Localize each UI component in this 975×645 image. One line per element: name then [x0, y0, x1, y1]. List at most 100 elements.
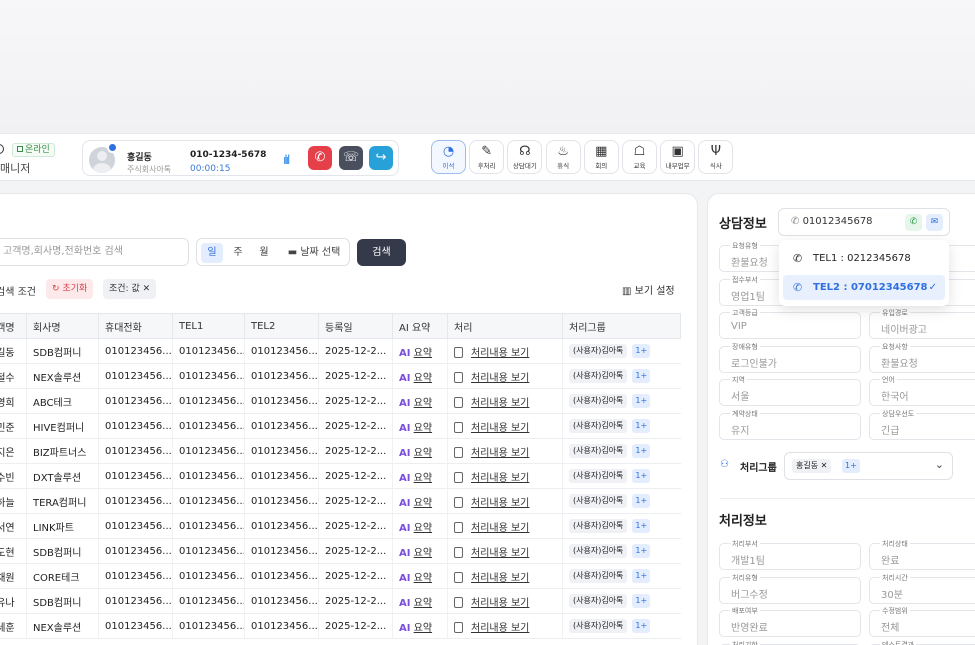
- ai-summary-link[interactable]: 요약: [414, 473, 432, 484]
- view-process-link[interactable]: 처리내용 보기: [471, 373, 529, 384]
- group-more-badge[interactable]: 1+: [632, 469, 651, 483]
- view-process-link[interactable]: 처리내용 보기: [471, 573, 529, 584]
- process-cell[interactable]: 처리내용 보기: [447, 363, 563, 389]
- view-process-link[interactable]: 처리내용 보기: [471, 423, 529, 434]
- column-header[interactable]: AI 요약: [392, 313, 448, 339]
- ai-summary-cell[interactable]: AI 요약: [392, 463, 448, 489]
- process-cell[interactable]: 처리내용 보기: [447, 588, 563, 614]
- process-cell[interactable]: 처리내용 보기: [447, 463, 563, 489]
- table-row[interactable]: 김철수NEX솔루션010123456...010123456...0101234…: [0, 363, 681, 389]
- view-process-link[interactable]: 처리내용 보기: [471, 598, 529, 609]
- view-process-link[interactable]: 처리내용 보기: [471, 498, 529, 509]
- column-header[interactable]: 고객명: [0, 313, 27, 339]
- ai-summary-link[interactable]: 요약: [414, 398, 432, 409]
- ai-summary-cell[interactable]: AI 요약: [392, 613, 448, 639]
- consult-field[interactable]: 고객등급 VIP: [719, 309, 861, 339]
- consult-field[interactable]: 상담우선도 긴급: [869, 409, 975, 440]
- view-settings-button[interactable]: ▥ 보기 설정: [622, 282, 675, 297]
- table-row[interactable]: 윤서연 LINK파트010123456...010123456...010123…: [0, 513, 681, 539]
- consult-field[interactable]: 장애유형 로그인불가: [719, 342, 861, 373]
- process-field[interactable]: 처리시간 30분: [869, 573, 975, 604]
- view-process-link[interactable]: 처리내용 보기: [471, 623, 529, 634]
- process-field[interactable]: 처리상태 완료: [869, 540, 975, 570]
- toolbar-button-edit[interactable]: ✎ 후처리: [469, 140, 505, 174]
- tel-option[interactable]: ✆ TEL1 : 0212345678: [783, 246, 945, 271]
- consult-field[interactable]: 언어 한국어: [869, 376, 975, 406]
- close-icon[interactable]: ✕: [821, 461, 828, 470]
- view-process-link[interactable]: 처리내용 보기: [471, 523, 529, 534]
- group-more-badge[interactable]: 1+: [632, 619, 651, 633]
- consult-field[interactable]: 지역 서울: [719, 376, 861, 406]
- column-header[interactable]: 회사명: [26, 313, 99, 339]
- group-more-badge[interactable]: 1+: [632, 544, 651, 558]
- ai-summary-cell[interactable]: AI 요약: [392, 563, 448, 589]
- hold-button[interactable]: ☏: [339, 146, 363, 170]
- consult-field[interactable]: 유입경로 네이버광고: [869, 309, 975, 339]
- column-header[interactable]: 등록일: [318, 313, 393, 339]
- date-picker-button[interactable]: ▬ 날짜 선택: [281, 243, 347, 263]
- ai-summary-link[interactable]: 요약: [414, 448, 432, 459]
- group-more-badge[interactable]: 1+: [632, 519, 651, 533]
- ai-summary-link[interactable]: 요약: [414, 498, 432, 509]
- ai-summary-link[interactable]: 요약: [414, 598, 432, 609]
- ai-summary-link[interactable]: 요약: [414, 623, 432, 634]
- process-group-select[interactable]: 홍길동 ✕ 1+ ⌄: [784, 452, 953, 480]
- call-phone-icon[interactable]: ✆: [905, 214, 922, 231]
- group-more-badge[interactable]: 1+: [632, 344, 651, 358]
- ai-summary-cell[interactable]: AI 요약: [392, 488, 448, 514]
- toolbar-button-coffee[interactable]: ♨ 휴식: [545, 140, 581, 174]
- hangup-button[interactable]: ✆: [308, 146, 332, 170]
- group-more-badge[interactable]: 1+: [632, 444, 651, 458]
- table-row[interactable]: 박민준HIVE컴퍼니010123456...010123456...010123…: [0, 413, 681, 439]
- search-button[interactable]: 검색: [357, 239, 406, 266]
- ai-summary-cell[interactable]: AI 요약: [392, 363, 448, 389]
- process-cell[interactable]: 처리내용 보기: [447, 338, 563, 364]
- reset-button[interactable]: ↻ 초기화: [46, 279, 94, 299]
- tel-option[interactable]: ✆ TEL2 : 07012345678 ✓: [783, 275, 945, 300]
- process-cell[interactable]: 처리내용 보기: [447, 513, 563, 539]
- ai-summary-cell[interactable]: AI 요약: [392, 388, 448, 414]
- process-cell[interactable]: 처리내용 보기: [447, 413, 563, 439]
- table-row[interactable]: 강하늘TERA컴퍼니010123456...010123456...010123…: [0, 488, 681, 514]
- toolbar-button-meal[interactable]: Ψ 식사: [698, 140, 734, 174]
- process-cell[interactable]: 처리내용 보기: [447, 388, 563, 414]
- process-field[interactable]: 수정범위 전체: [869, 607, 975, 637]
- consult-field[interactable]: 계약상태 유지: [719, 409, 861, 440]
- close-icon[interactable]: ✕: [143, 284, 151, 294]
- ai-summary-link[interactable]: 요약: [414, 548, 432, 559]
- process-cell[interactable]: 처리내용 보기: [447, 613, 563, 639]
- table-row[interactable]: 오세훈NEX솔루션010123456...010123456...0101234…: [0, 613, 681, 639]
- group-more-badge[interactable]: 1+: [632, 494, 651, 508]
- ai-summary-link[interactable]: 요약: [414, 373, 432, 384]
- table-row[interactable]: 임채원CORE테크010123456...010123456...0101234…: [0, 563, 681, 589]
- column-header[interactable]: 휴대전화: [98, 313, 173, 339]
- process-cell[interactable]: 처리내용 보기: [447, 563, 563, 589]
- period-month[interactable]: 월: [253, 243, 275, 263]
- group-more-badge[interactable]: 1+: [632, 419, 651, 433]
- ai-summary-link[interactable]: 요약: [414, 573, 432, 584]
- ai-summary-cell[interactable]: AI 요약: [392, 538, 448, 564]
- ai-summary-cell[interactable]: AI 요약: [392, 513, 448, 539]
- process-field[interactable]: 처리부서 개발1팀: [719, 540, 861, 570]
- ai-summary-cell[interactable]: AI 요약: [392, 338, 448, 364]
- toolbar-button-education[interactable]: ☖ 교육: [622, 140, 657, 174]
- online-status-badge[interactable]: 온라인: [12, 143, 55, 157]
- group-more-badge[interactable]: 1+: [632, 569, 651, 583]
- column-header[interactable]: TEL1: [172, 313, 245, 339]
- process-cell[interactable]: 처리내용 보기: [447, 488, 563, 514]
- consult-field[interactable]: 요청사항 환불요청: [869, 342, 975, 373]
- view-process-link[interactable]: 처리내용 보기: [471, 473, 529, 484]
- table-row[interactable]: 최지은 BIZ파트너스010123456...010123456...01012…: [0, 438, 681, 464]
- view-process-link[interactable]: 처리내용 보기: [471, 348, 529, 359]
- view-process-link[interactable]: 처리내용 보기: [471, 548, 529, 559]
- process-field[interactable]: 처리유형 버그수정: [719, 573, 861, 604]
- table-row[interactable]: 장도현SDB컴퍼니010123456...010123456...0101234…: [0, 538, 681, 564]
- toolbar-button-headset[interactable]: ☊ 상담대기: [507, 140, 543, 174]
- process-field[interactable]: 배포여부 반영완료: [719, 607, 861, 637]
- view-process-link[interactable]: 처리내용 보기: [471, 398, 529, 409]
- tel-select[interactable]: ✆ 01012345678 ✆ ✉: [778, 208, 950, 236]
- message-icon[interactable]: ✉: [926, 214, 943, 231]
- period-day[interactable]: 일: [201, 243, 223, 263]
- ai-summary-link[interactable]: 요약: [414, 348, 432, 359]
- ai-summary-link[interactable]: 요약: [414, 523, 432, 534]
